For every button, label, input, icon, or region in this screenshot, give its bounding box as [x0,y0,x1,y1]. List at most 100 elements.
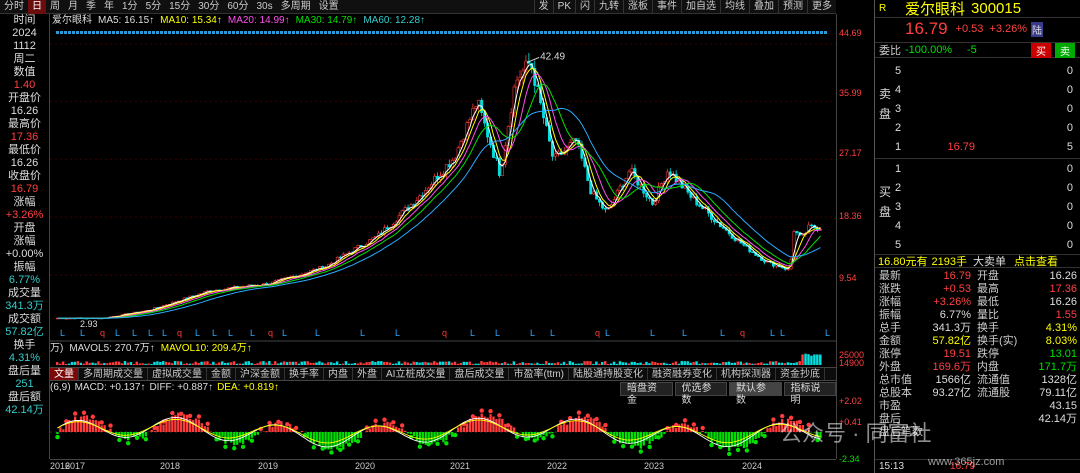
macd-button[interactable]: 优选参数 [674,382,727,406]
macd-button[interactable]: 默认参数 [729,382,782,406]
stats-row: 盘后 42.14万 [875,413,1080,426]
volume-bar [377,361,380,365]
indicator-tab[interactable]: 多周期成交量 [79,368,148,380]
indicator-tab[interactable]: 市盈率(ttm) [509,368,569,380]
cursor-info-line: 16.26 [10,105,39,117]
period-tab[interactable]: 30s [253,0,277,14]
macd-signal-dot [550,434,555,439]
event-marker [580,31,583,34]
period-tab[interactable]: 年 [100,0,118,14]
volume-bar [550,363,554,365]
stats-row: 涨跌 +0.53 最高 17.36 [875,283,1080,296]
toolbar-tool[interactable]: 加自选 [681,0,720,14]
indicator-tab[interactable]: 外盘 [353,368,382,380]
volume-bar [253,363,256,365]
indicator-tab[interactable]: 换手率 [285,368,324,380]
event-marker [400,31,403,34]
period-tab[interactable]: 多周期 [277,0,315,14]
indicator-tab[interactable]: 沪深金额 [236,368,285,380]
volume-bar [212,361,215,365]
ma30-line [57,83,821,319]
event-marker [328,31,331,34]
period-tab[interactable]: 日 [28,0,46,14]
toolbar-tool[interactable]: PK [552,0,575,14]
big-order-link[interactable]: 点击查看 [1014,253,1058,269]
period-tab[interactable]: 分时 [0,0,28,14]
sell-button[interactable]: 卖 [1055,42,1075,58]
volume-bar [621,362,625,365]
period-tab[interactable]: 月 [64,0,82,14]
period-tab[interactable]: 周 [46,0,64,14]
period-tab[interactable]: 季 [82,0,100,14]
stat-value: 6.77% [939,309,971,321]
event-marker [196,31,199,34]
volume-bar [109,362,112,365]
indicator-tab[interactable]: 机构探测器 [717,368,776,380]
period-tab[interactable]: 1分 [118,0,142,14]
volume-bar [176,361,180,365]
stat-key: 总手 [879,322,901,334]
macd-signal-dot [506,423,511,428]
indicator-tab[interactable]: 虚拟成交量 [148,368,207,380]
toolbar-tool[interactable]: 均线 [720,0,749,14]
stat-key: 盘后笔数 [879,426,923,438]
toolbar-tool[interactable]: 叠加 [749,0,778,14]
volume-bar [191,363,194,365]
buy-button[interactable]: 买 [1031,42,1051,58]
macd-signal-dot [417,444,423,449]
volume-bar [562,361,566,365]
main-chart-area[interactable]: 42.49 2.93 L Lq L L L Lq L L L Lq L L L Lq L L L Lq L L L Lq L L L… [50,14,836,459]
macd-signal-dot [647,444,652,450]
period-tab[interactable]: 设置 [315,0,343,14]
volume-bar [494,361,498,365]
period-tab[interactable]: 60分 [223,0,252,14]
volume-bar [515,363,519,365]
indicator-tab[interactable]: 内盘 [324,368,353,380]
indicator-tab[interactable]: 盘后成交量 [450,368,510,380]
indicator-tab[interactable]: 金额 [207,368,236,380]
indicator-tab[interactable]: 资金抄底 [776,368,825,380]
toolbar-tool[interactable]: 涨板 [623,0,652,14]
event-marker [628,31,631,34]
period-tab[interactable]: 5分 [142,0,166,14]
volume-bar [727,361,731,365]
event-marker [384,31,387,34]
indicator-tab[interactable]: 融资融券变化 [648,368,717,380]
indicator-tab[interactable]: 文量 [50,368,79,380]
toolbar-tool[interactable]: 预测 [778,0,807,14]
candle-body [712,219,716,223]
volume-bar [170,363,174,365]
macd-signal-dot [700,425,705,431]
indicator-tab[interactable]: AI立桩成交量 [382,368,451,380]
toolbar-tool[interactable]: 九转 [594,0,623,14]
event-marker [92,31,95,34]
indicator-tab[interactable]: 陆股通持股变化 [569,368,648,380]
macd-signal-dot [99,420,104,425]
volume-bar [111,362,115,365]
diff-value: DIFF: +0.887↑ [149,382,214,393]
toolbar-tool[interactable]: 发 [533,0,553,14]
volume-bar [400,363,404,365]
stat-key-2: 开盘 [977,270,999,282]
volume-bar [76,361,80,365]
stat-value: +3.26% [933,296,971,308]
macd-button[interactable]: 指标说明 [783,382,836,406]
stats-row: 市盈 43.15 [875,400,1080,413]
period-tab[interactable]: 30分 [194,0,223,14]
event-marker [456,31,459,34]
volume-bar [303,361,306,365]
candle-body [751,251,755,254]
candle-body [553,153,557,157]
candle-body [668,171,672,176]
volume-bar [651,361,654,365]
cursor-info-line: 最低价 [8,144,41,156]
macd-button[interactable]: 暗盘资金 [620,382,673,406]
event-marker [124,31,127,34]
period-tab[interactable]: 15分 [165,0,194,14]
toolbar-tool[interactable]: 更多 [807,0,836,14]
event-marker [516,31,519,34]
toolbar-tool[interactable]: 闪 [575,0,594,14]
stat-value-2: 13.01 [1049,348,1077,360]
ma-legend: 爱尔眼科 MA5: 16.15↑ MA10: 15.34↑ MA20: 14.9… [52,14,425,27]
toolbar-tool[interactable]: 事件 [652,0,681,14]
